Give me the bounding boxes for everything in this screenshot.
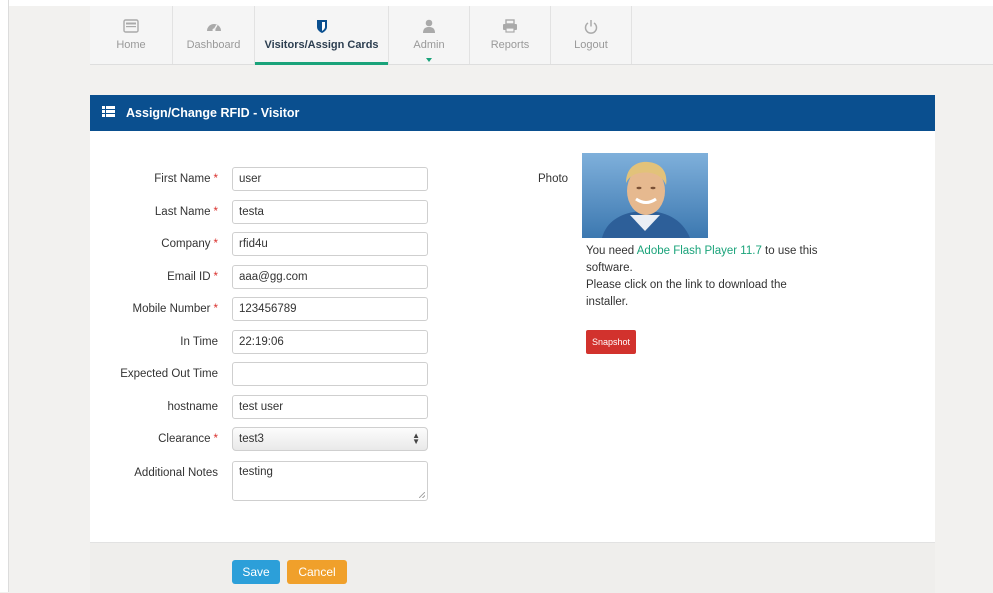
expected-out-input[interactable] <box>232 362 428 386</box>
in-time-input[interactable]: 22:19:06 <box>232 330 428 354</box>
nav-reports[interactable]: Reports <box>470 6 550 64</box>
user-icon <box>389 19 469 35</box>
clearance-label: Clearance * <box>158 433 218 445</box>
save-button[interactable]: Save <box>232 560 280 584</box>
dropdown-caret-icon <box>426 58 432 62</box>
power-icon <box>551 19 631 35</box>
top-navbar: Home Dashboard Visitors/Assign Cards Adm… <box>90 6 993 65</box>
company-row: Company * <box>90 232 218 256</box>
clearance-select[interactable]: test3 ▲ ▼ <box>232 427 428 451</box>
last-name-label: Last Name * <box>154 206 218 218</box>
flash-message: You need Adobe Flash Player 11.7 to use … <box>586 243 826 311</box>
email-input[interactable]: aaa@gg.com <box>232 265 428 289</box>
panel-title: Assign/Change RFID - Visitor <box>126 106 300 120</box>
mobile-row: Mobile Number * <box>90 297 218 321</box>
photo-label: Photo <box>538 173 569 185</box>
dashboard-icon <box>173 19 254 35</box>
active-tab-underline <box>255 62 388 65</box>
panel-header: Assign/Change RFID - Visitor <box>90 95 935 131</box>
adobe-flash-link[interactable]: Adobe Flash Player 11.7 <box>637 245 762 257</box>
last-name-row: Last Name * <box>90 200 218 224</box>
flash-text-line2: Please click on the link to download the… <box>586 279 787 308</box>
flash-text-prefix: You need <box>586 245 637 257</box>
resize-grip-icon[interactable] <box>419 492 425 498</box>
clearance-selected-value: test3 <box>239 433 264 445</box>
window-left-edge <box>0 0 9 592</box>
notes-row: Additional Notes <box>90 461 218 485</box>
first-name-input[interactable]: user <box>232 167 428 191</box>
home-icon <box>90 19 172 35</box>
in-time-label: In Time <box>180 336 218 348</box>
snapshot-button[interactable]: Snapshot <box>586 330 636 354</box>
in-time-row: In Time <box>90 330 218 354</box>
notes-text: testing <box>239 466 273 478</box>
nav-reports-label: Reports <box>490 39 530 51</box>
company-input[interactable]: rfid4u <box>232 232 428 256</box>
first-name-label: First Name * <box>154 173 218 185</box>
cancel-button[interactable]: Cancel <box>287 560 347 584</box>
printer-icon <box>470 19 550 35</box>
nav-dashboard[interactable]: Dashboard <box>173 6 254 64</box>
list-icon <box>102 95 115 131</box>
hostname-input[interactable]: test user <box>232 395 428 419</box>
email-row: Email ID * <box>90 265 218 289</box>
notes-label: Additional Notes <box>134 467 218 479</box>
nav-home-label: Home <box>116 39 146 51</box>
select-arrows-icon: ▲ ▼ <box>412 431 420 446</box>
hostname-label: hostname <box>167 401 218 413</box>
notes-textarea[interactable]: testing <box>232 461 428 501</box>
expected-out-row: Expected Out Time <box>90 362 218 386</box>
nav-admin[interactable]: Admin <box>389 6 469 64</box>
mobile-label: Mobile Number * <box>132 303 218 315</box>
clearance-row: Clearance * <box>90 427 218 451</box>
nav-visitors-assign-cards[interactable]: Visitors/Assign Cards <box>255 6 388 65</box>
nav-divider <box>631 6 632 64</box>
nav-admin-label: Admin <box>413 39 445 51</box>
nav-logout[interactable]: Logout <box>551 6 631 64</box>
visitor-form-panel: Assign/Change RFID - Visitor First Name *… <box>90 95 935 593</box>
shield-icon <box>255 19 388 35</box>
nav-logout-label: Logout <box>574 39 608 51</box>
form-footer <box>90 542 935 593</box>
email-label: Email ID * <box>167 271 218 283</box>
company-label: Company * <box>161 238 218 250</box>
last-name-input[interactable]: testa <box>232 200 428 224</box>
nav-home[interactable]: Home <box>90 6 172 64</box>
first-name-row: First Name * <box>90 167 218 191</box>
expected-out-label: Expected Out Time <box>120 368 218 380</box>
hostname-row: hostname <box>90 395 218 419</box>
mobile-input[interactable]: 123456789 <box>232 297 428 321</box>
nav-visitors-label: Visitors/Assign Cards <box>264 39 379 51</box>
visitor-photo <box>582 153 708 238</box>
nav-dashboard-label: Dashboard <box>186 39 241 51</box>
